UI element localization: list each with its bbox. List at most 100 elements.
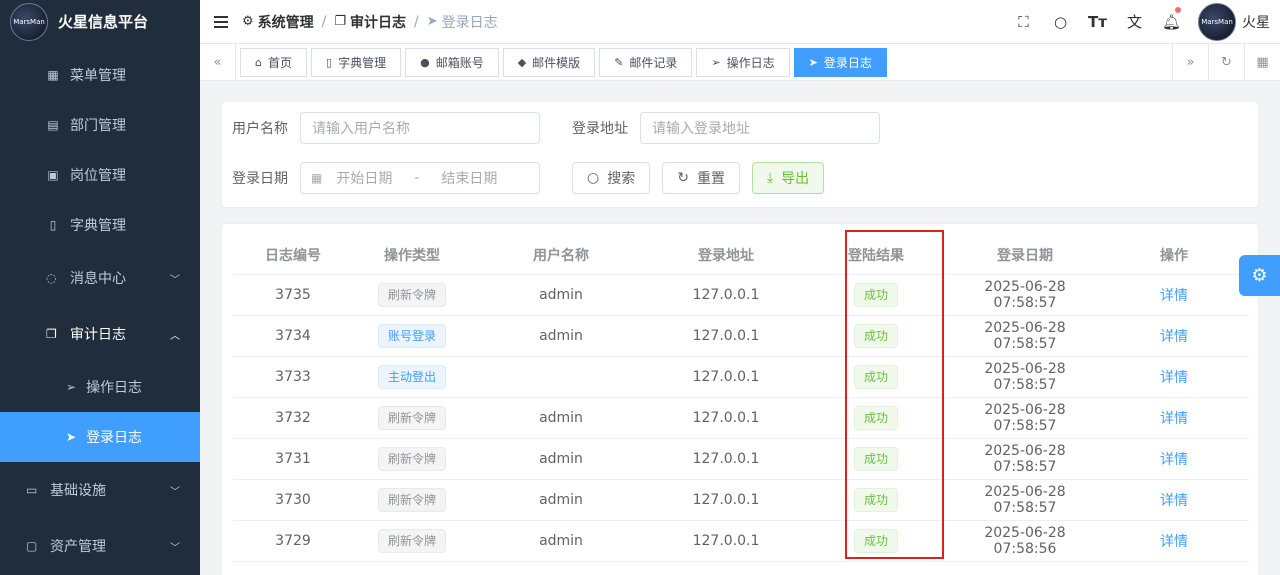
cell-address: 127.0.0.1: [692, 327, 760, 344]
scroll-left-icon[interactable]: «: [200, 43, 236, 81]
tag-operate-log[interactable]: ➢ 操作日志: [696, 47, 790, 77]
col-header-user[interactable]: 用户名称: [471, 236, 651, 275]
col-header-date[interactable]: 登录日期: [951, 236, 1099, 275]
font-size-icon[interactable]: Tт: [1079, 0, 1116, 43]
tag-dict[interactable]: ▯ 字典管理: [311, 47, 402, 77]
chevron-down-icon: ﹀: [170, 542, 180, 554]
cell-result-cell: 成功: [801, 520, 951, 562]
tag-login-log[interactable]: ➤ 登录日志: [793, 47, 887, 77]
username-input[interactable]: 请输入用户名称: [300, 112, 540, 144]
table-row[interactable]: 3731 刷新令牌 admin 127.0.0.1 成功 2025-06-28 07:58…: [233, 438, 1249, 480]
send-outline-icon: ➢: [66, 380, 77, 394]
detail-link[interactable]: 详情: [1160, 288, 1188, 304]
cell-result: 成功: [853, 323, 898, 348]
cell-address: 127.0.0.1: [692, 286, 760, 303]
cell-user-cell: admin: [471, 438, 651, 480]
sidebar-item-dept[interactable]: ▤ 部门管理: [0, 100, 200, 150]
cell-user-cell: admin: [471, 520, 651, 562]
date-start[interactable]: 开始日期: [336, 168, 392, 188]
cell-id: 3729: [275, 532, 311, 549]
cell-address-cell: 127.0.0.1: [651, 315, 801, 357]
hamburger-icon[interactable]: [214, 15, 228, 28]
cell-result-cell: 成功: [801, 356, 951, 398]
breadcrumb-item[interactable]: 审计日志: [350, 12, 406, 32]
cell-address-cell: 127.0.0.1: [651, 274, 801, 316]
detail-link-cell: 详情: [1099, 520, 1249, 562]
col-header-result[interactable]: 登陆结果: [801, 236, 951, 275]
date-range-picker[interactable]: ▦ 开始日期 - 结束日期: [300, 162, 540, 194]
table-row[interactable]: 3732 刷新令牌 admin 127.0.0.1 成功 2025-06-28 07:58…: [233, 397, 1249, 439]
sidebar-item-label: 部门管理: [70, 118, 126, 134]
cell-id-cell: 3731: [233, 438, 353, 480]
tag-home[interactable]: ⌂ 首页: [240, 47, 307, 77]
sidebar-item-dict[interactable]: ▯ 字典管理: [0, 200, 200, 250]
sidebar-group-message[interactable]: ◌ 消息中心 ﹀: [0, 250, 200, 306]
avatar[interactable]: MarsMan: [1198, 2, 1236, 41]
sidebar-group-audit[interactable]: ❐ 审计日志 ︿: [0, 306, 200, 362]
cell-type: 刷新令牌: [377, 446, 446, 471]
tag-mail-template[interactable]: ◆ 邮件模版: [502, 47, 596, 77]
breadcrumb-item[interactable]: 系统管理: [258, 12, 314, 32]
col-header-action: 操作: [1099, 236, 1249, 275]
id-card-icon: ▤: [47, 118, 59, 132]
sidebar-item-login-log[interactable]: ➤ 登录日志: [0, 412, 200, 462]
cell-result: 成功: [853, 487, 898, 512]
cell-address: 127.0.0.1: [692, 450, 760, 467]
detail-link[interactable]: 详情: [1160, 329, 1188, 345]
cell-id: 3735: [275, 286, 311, 303]
col-header-id[interactable]: 日志编号: [233, 236, 353, 275]
tag-mail-log[interactable]: ✎ 邮件记录: [599, 47, 693, 77]
detail-link[interactable]: 详情: [1160, 370, 1188, 386]
table-row[interactable]: 3733 主动登出 127.0.0.1 成功 2025-06-28 07:58:57 详情: [233, 356, 1249, 398]
sidebar-item-menu[interactable]: ▦ 菜单管理: [0, 50, 200, 100]
username[interactable]: 火星: [1242, 12, 1270, 32]
cell-result-cell: 成功: [801, 274, 951, 316]
detail-link[interactable]: 详情: [1160, 452, 1188, 468]
sidebar-group-assets[interactable]: ▢ 资产管理 ﹀: [0, 518, 200, 574]
table-row[interactable]: 3735 刷新令牌 admin 127.0.0.1 成功 2025-06-28 07:58…: [233, 274, 1249, 316]
cell-user-cell: admin: [471, 479, 651, 521]
translate-icon[interactable]: 文: [1116, 0, 1153, 43]
settings-gear-icon[interactable]: ⚙: [1239, 255, 1280, 296]
scroll-right-icon[interactable]: »: [1172, 43, 1208, 81]
tag-mail-account[interactable]: ● 邮箱账号: [405, 47, 499, 77]
book-icon: ▯: [49, 218, 57, 232]
sidebar-group-label: 审计日志: [70, 327, 126, 343]
detail-link[interactable]: 详情: [1160, 534, 1188, 550]
breadcrumb: ⚙ 系统管理 / ❐ 审计日志 / ➤ 登录日志: [242, 12, 498, 32]
col-header-address[interactable]: 登录地址: [651, 236, 801, 275]
search-icon: ○: [587, 170, 600, 186]
copy-icon: ❐: [334, 14, 347, 29]
cell-type-cell: 刷新令牌: [353, 520, 471, 562]
cell-address-cell: 127.0.0.1: [651, 397, 801, 439]
search-button[interactable]: ○ 搜索: [572, 162, 651, 194]
search-icon[interactable]: ○: [1042, 0, 1079, 43]
sidebar-group-infra[interactable]: ▭ 基础设施 ﹀: [0, 462, 200, 518]
cell-address: 127.0.0.1: [692, 491, 760, 508]
detail-link[interactable]: 详情: [1160, 411, 1188, 427]
table-panel: 日志编号 操作类型 用户名称 登录地址 登陆结果 登录日期 操作 3735 刷新令…: [221, 223, 1259, 575]
grid-menu-icon[interactable]: ▦: [1244, 43, 1280, 81]
edit-icon: ✎: [614, 55, 624, 69]
table-row[interactable]: 3729 刷新令牌 admin 127.0.0.1 成功 2025-06-28 07:58…: [233, 520, 1249, 562]
home-icon: ⌂: [255, 55, 262, 69]
fullscreen-icon[interactable]: ⛶: [1005, 0, 1042, 43]
table-row[interactable]: 3734 账号登录 admin 127.0.0.1 成功 2025-06-28 07:58…: [233, 315, 1249, 357]
date-end[interactable]: 结束日期: [441, 168, 497, 188]
export-button[interactable]: ⤓ 导出: [751, 162, 825, 194]
reset-button[interactable]: ↻ 重置: [662, 162, 740, 194]
cell-id: 3734: [275, 327, 311, 344]
refresh-icon[interactable]: ↻: [1208, 43, 1244, 81]
badge-icon: ▣: [47, 168, 59, 182]
cell-type: 刷新令牌: [377, 528, 446, 553]
logo-area[interactable]: MarsMan 火星信息平台: [0, 0, 200, 43]
detail-link[interactable]: 详情: [1160, 493, 1188, 509]
sidebar-item-operate-log[interactable]: ➢ 操作日志: [0, 362, 200, 412]
col-header-type[interactable]: 操作类型: [353, 236, 471, 275]
bell-icon[interactable]: 🔔︎: [1153, 0, 1190, 43]
sidebar-item-post[interactable]: ▣ 岗位管理: [0, 150, 200, 200]
cell-type-cell: 主动登出: [353, 356, 471, 398]
table-row[interactable]: 3730 刷新令牌 admin 127.0.0.1 成功 2025-06-28 07:58…: [233, 479, 1249, 521]
sidebar-item-label: 字典管理: [70, 218, 126, 234]
address-input[interactable]: 请输入登录地址: [640, 112, 880, 144]
